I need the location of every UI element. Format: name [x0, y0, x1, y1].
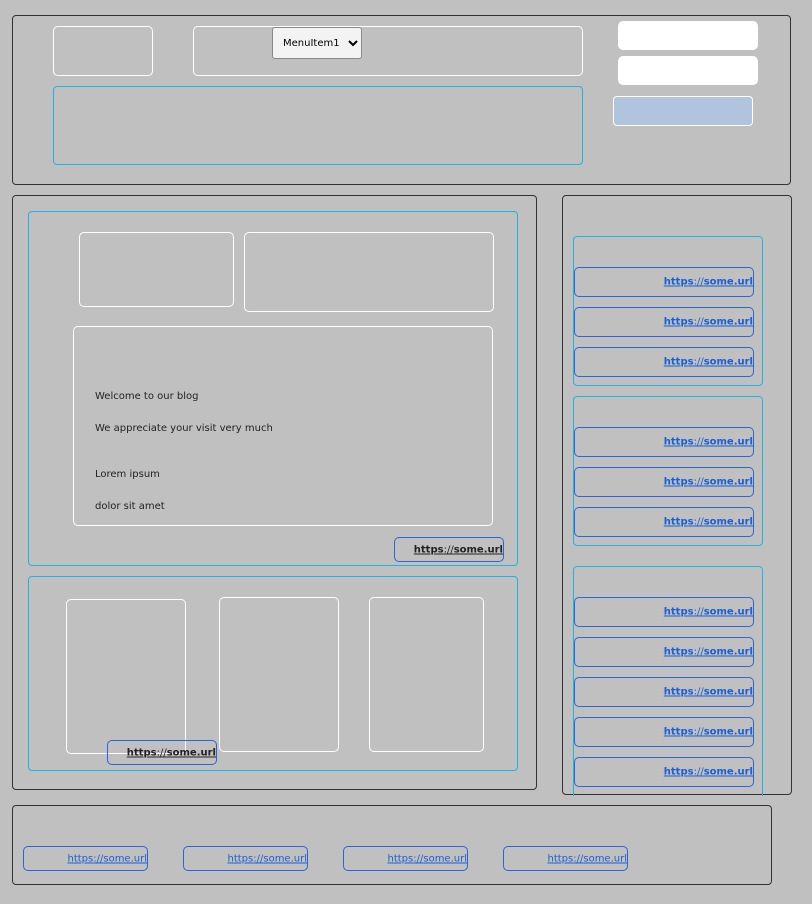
sidebar-link[interactable]: https://some.url [664, 477, 753, 488]
sidebar-link-box: https://some.url [574, 427, 754, 457]
footer-link[interactable]: https://some.url [388, 853, 468, 864]
sidebar-link-box: https://some.url [574, 267, 754, 297]
footer-link[interactable]: https://some.url [228, 853, 308, 864]
sidebar-link-box: https://some.url [574, 307, 754, 337]
blog-link-box: https://some.url [394, 537, 504, 562]
sidebar-link[interactable]: https://some.url [664, 277, 753, 288]
blog-appreciate-text: We appreciate your visit very much [95, 423, 273, 434]
gallery-link-box: https://some.url [107, 740, 217, 765]
blog-dolor-text: dolor sit amet [95, 501, 165, 512]
sidebar-link[interactable]: https://some.url [664, 687, 753, 698]
blog-link[interactable]: https://some.url [414, 544, 503, 555]
blog-title-box [244, 232, 494, 312]
sidebar-link-box: https://some.url [574, 597, 754, 627]
blog-welcome-text: Welcome to our blog [95, 391, 199, 402]
header-input-1[interactable] [618, 21, 758, 50]
gallery-card-2 [219, 597, 339, 752]
menu-select[interactable]: MenuItem1 [272, 27, 362, 59]
footer-link[interactable]: https://some.url [68, 853, 148, 864]
sidebar-link[interactable]: https://some.url [664, 357, 753, 368]
header-nav-box [193, 26, 583, 76]
footer-link-box: https://some.url [503, 846, 628, 871]
footer-link-box: https://some.url [183, 846, 308, 871]
sidebar-link-box: https://some.url [574, 677, 754, 707]
footer-link-box: https://some.url [343, 846, 468, 871]
sidebar-link-box: https://some.url [574, 467, 754, 497]
footer-panel [12, 805, 772, 885]
sidebar-link-box: https://some.url [574, 717, 754, 747]
header-button[interactable] [613, 96, 753, 126]
header-input-2[interactable] [618, 56, 758, 85]
header-logo-box [53, 26, 153, 76]
gallery-link[interactable]: https://some.url [127, 747, 216, 758]
blog-lorem-text: Lorem ipsum [95, 469, 160, 480]
sidebar-link-box: https://some.url [574, 347, 754, 377]
sidebar-link-box: https://some.url [574, 507, 754, 537]
menu-select-wrapper: MenuItem1 [272, 27, 362, 59]
blog-image-box [79, 232, 234, 307]
sidebar-link[interactable]: https://some.url [664, 437, 753, 448]
sidebar-link[interactable]: https://some.url [664, 647, 753, 658]
sidebar-link[interactable]: https://some.url [664, 727, 753, 738]
gallery-card-1 [66, 599, 186, 754]
sidebar-link[interactable]: https://some.url [664, 767, 753, 778]
gallery-card-3 [369, 597, 484, 752]
sidebar-link[interactable]: https://some.url [664, 317, 753, 328]
sidebar-link[interactable]: https://some.url [664, 517, 753, 528]
sidebar-link[interactable]: https://some.url [664, 607, 753, 618]
footer-link[interactable]: https://some.url [548, 853, 628, 864]
header-banner-box [53, 86, 583, 165]
sidebar-link-box: https://some.url [574, 757, 754, 787]
footer-link-box: https://some.url [23, 846, 148, 871]
sidebar-link-box: https://some.url [574, 637, 754, 667]
